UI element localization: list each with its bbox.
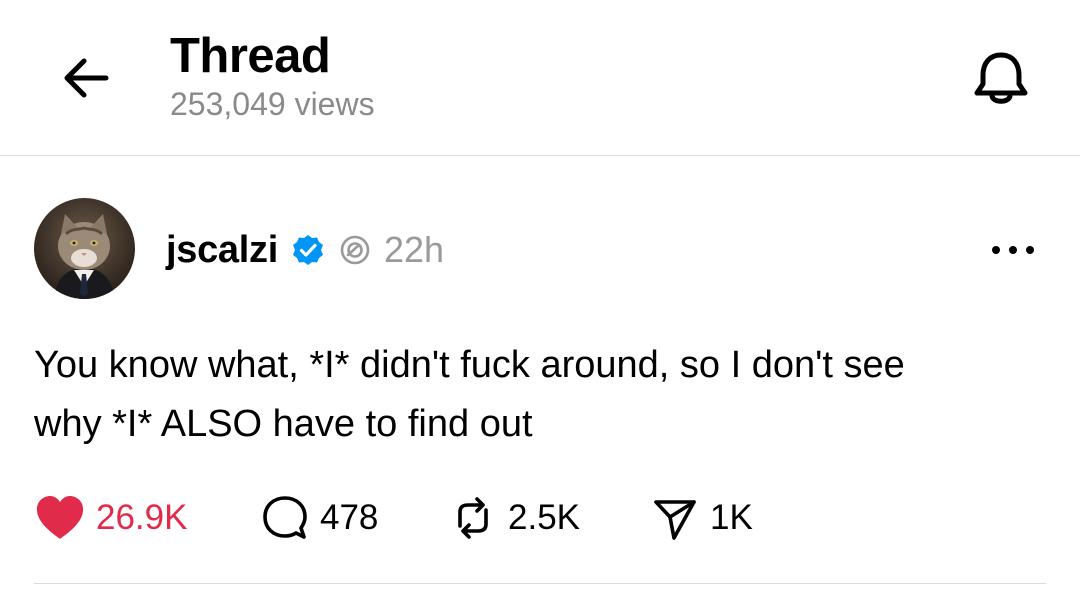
page-title: Thread	[170, 29, 331, 83]
header-divider	[0, 155, 1080, 156]
share-count: 1K	[710, 498, 753, 537]
more-options-button[interactable]	[988, 235, 1038, 265]
notification-button[interactable]	[968, 46, 1034, 112]
share-button[interactable]: 1K	[650, 490, 753, 546]
view-count: 253,049 views	[170, 86, 375, 122]
verified-badge-icon	[292, 235, 323, 265]
like-button[interactable]: 26.9K	[34, 490, 187, 546]
post-text-line: You know what, *I* didn't fuck around, s…	[34, 344, 905, 386]
repost-count: 2.5K	[508, 498, 580, 537]
bell-icon	[974, 52, 1028, 104]
post-body: You know what, *I* didn't fuck around, s…	[34, 336, 1034, 454]
like-count: 26.9K	[96, 498, 188, 537]
threads-icon	[340, 235, 370, 265]
cat-portrait-image	[34, 198, 135, 299]
reply-count: 478	[320, 498, 379, 537]
heart-icon	[36, 496, 84, 539]
share-icon	[654, 500, 696, 540]
post-divider	[34, 583, 1046, 584]
back-button[interactable]	[56, 48, 116, 108]
post-author-row: jscalzi 22h	[166, 225, 444, 275]
avatar[interactable]	[34, 198, 135, 299]
more-icon	[992, 246, 1034, 254]
reply-button[interactable]: 478	[260, 490, 378, 546]
post-text-line: why *I* ALSO have to find out	[34, 403, 533, 445]
top-bar: Thread 253,049 views	[0, 0, 1080, 156]
repost-button[interactable]: 2.5K	[448, 490, 580, 546]
reply-icon	[263, 496, 307, 539]
back-arrow-icon	[64, 58, 109, 98]
username[interactable]: jscalzi	[166, 229, 278, 272]
repost-icon	[458, 497, 488, 539]
post-timestamp: 22h	[383, 229, 445, 270]
